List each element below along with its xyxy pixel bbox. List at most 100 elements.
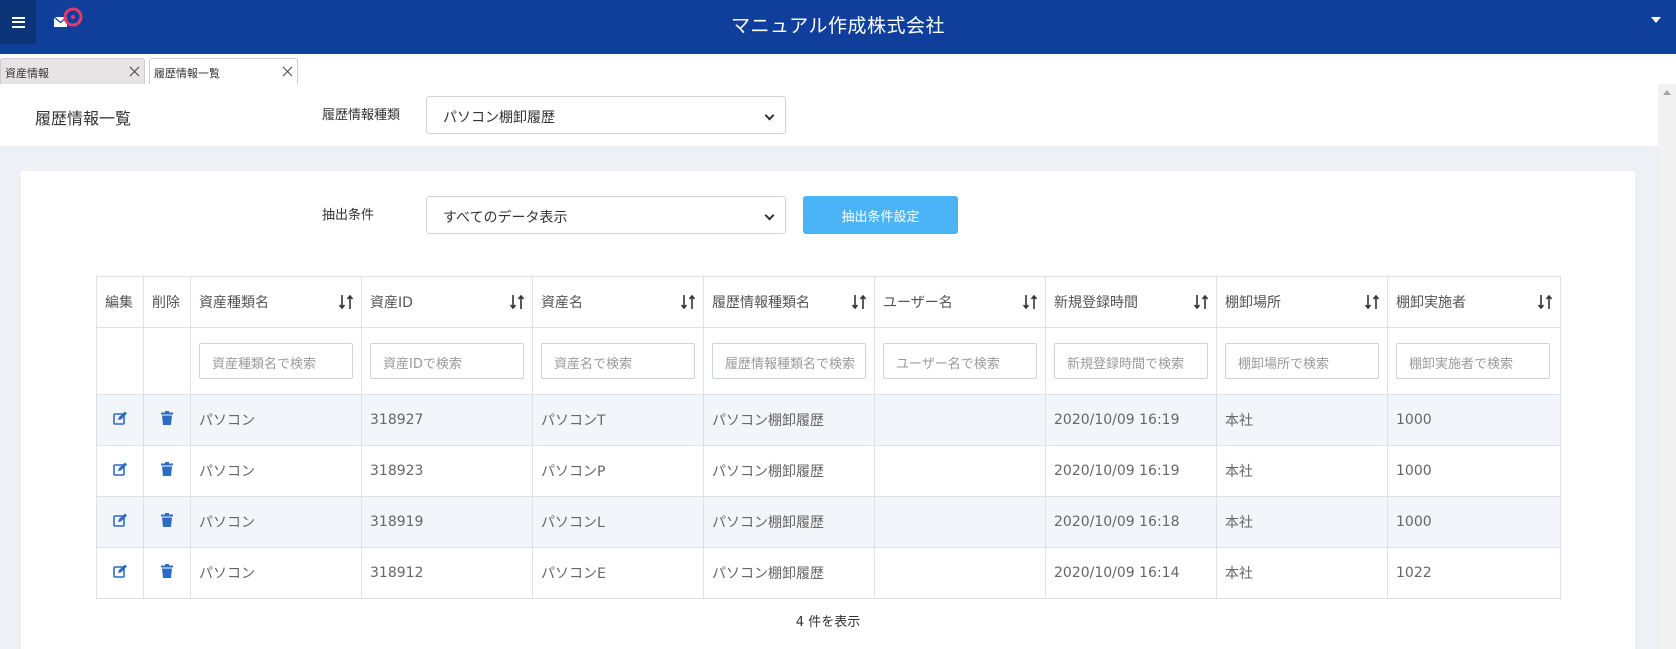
- table-row: パソコン 318919 パソコンL パソコン棚卸履歴 2020/10/09 16…: [96, 496, 1561, 548]
- history-type-select[interactable]: パソコン棚卸履歴: [426, 96, 786, 134]
- filter-label: 抽出条件: [322, 208, 375, 223]
- trash-icon[interactable]: [161, 564, 173, 578]
- cell-asset-type: パソコン: [190, 445, 362, 497]
- cell-inspector: 1000: [1387, 394, 1561, 446]
- cell-user-name: [874, 547, 1046, 599]
- cell-asset-id: 318912: [361, 547, 533, 599]
- cell-asset-name: パソコンP: [532, 445, 704, 497]
- cell-location: 本社: [1216, 547, 1388, 599]
- column-label: 履歴情報種類名: [712, 295, 810, 311]
- filter-value: すべてのデータ表示: [443, 210, 568, 226]
- cell-history-type: パソコン棚卸履歴: [703, 394, 875, 446]
- record-count: 4 件を表示: [795, 615, 861, 630]
- edit-icon[interactable]: [112, 513, 128, 527]
- search-input-asset-type[interactable]: 資産種類名で検索: [199, 343, 353, 379]
- cell-asset-type: パソコン: [190, 496, 362, 548]
- sort-icon[interactable]: [510, 294, 524, 310]
- sort-icon[interactable]: [852, 294, 866, 310]
- search-input-location[interactable]: 棚卸場所で検索: [1225, 343, 1379, 379]
- cell-location: 本社: [1216, 394, 1388, 446]
- search-input-user-name[interactable]: ユーザー名で検索: [883, 343, 1037, 379]
- column-label: 新規登録時間: [1054, 295, 1138, 311]
- search-input-history-type[interactable]: 履歴情報種類名で検索: [712, 343, 866, 379]
- sort-icon[interactable]: [681, 294, 695, 310]
- close-icon[interactable]: [282, 66, 293, 77]
- close-icon[interactable]: [129, 66, 140, 77]
- chevron-down-icon: [764, 110, 775, 121]
- trash-icon[interactable]: [161, 513, 173, 527]
- page-title: 履歴情報一覧: [35, 109, 132, 128]
- cell-location: 本社: [1216, 496, 1388, 548]
- sort-icon[interactable]: [339, 294, 353, 310]
- cell-asset-id: 318919: [361, 496, 533, 548]
- tab-history-list[interactable]: 履歴情報一覧: [149, 58, 298, 84]
- cell-asset-name: パソコンT: [532, 394, 704, 446]
- column-header-asset-id[interactable]: 資産ID: [361, 276, 533, 328]
- sort-icon[interactable]: [1538, 294, 1552, 310]
- search-input-asset-name[interactable]: 資産名で検索: [541, 343, 695, 379]
- tab-label: 履歴情報一覧: [154, 67, 220, 80]
- sort-icon[interactable]: [1365, 294, 1379, 310]
- search-input-inspector[interactable]: 棚卸実施者で検索: [1396, 343, 1550, 379]
- cell-registered-time: 2020/10/09 16:14: [1045, 547, 1217, 599]
- edit-icon[interactable]: [112, 564, 128, 578]
- filter-settings-button[interactable]: 抽出条件設定: [803, 196, 958, 234]
- column-header-edit: 編集: [96, 276, 144, 328]
- vertical-scrollbar[interactable]: [1658, 84, 1676, 649]
- cell-registered-time: 2020/10/09 16:18: [1045, 496, 1217, 548]
- chevron-down-icon: [764, 210, 775, 221]
- cell-history-type: パソコン棚卸履歴: [703, 547, 875, 599]
- trash-icon[interactable]: [161, 462, 173, 476]
- tab-label: 資産情報: [5, 67, 49, 80]
- column-label: ユーザー名: [883, 295, 953, 311]
- column-header-asset-name[interactable]: 資産名: [532, 276, 704, 328]
- table-row: パソコン 318927 パソコンT パソコン棚卸履歴 2020/10/09 16…: [96, 394, 1561, 446]
- edit-icon[interactable]: [112, 462, 128, 476]
- column-header-registered-time[interactable]: 新規登録時間: [1045, 276, 1217, 328]
- history-type-value: パソコン棚卸履歴: [443, 110, 555, 126]
- cell-registered-time: 2020/10/09 16:19: [1045, 445, 1217, 497]
- column-label: 資産名: [541, 295, 583, 311]
- column-header-inspector[interactable]: 棚卸実施者: [1387, 276, 1561, 328]
- cell-asset-type: パソコン: [190, 547, 362, 599]
- filter-select[interactable]: すべてのデータ表示: [426, 196, 786, 234]
- search-input-asset-id[interactable]: 資産IDで検索: [370, 343, 524, 379]
- content-card: 抽出条件 すべてのデータ表示 抽出条件設定 編集 削除 資産種類名 資産ID 資…: [21, 171, 1635, 649]
- cell-inspector: 1022: [1387, 547, 1561, 599]
- top-bar: マニュアル作成株式会社: [0, 0, 1676, 54]
- table-header-row: 編集 削除 資産種類名 資産ID 資産名 履歴情報種類名 ユーザー名 新規登録時…: [96, 276, 1561, 328]
- user-menu-caret-icon[interactable]: [1651, 17, 1661, 23]
- sort-icon[interactable]: [1023, 294, 1037, 310]
- edit-icon[interactable]: [112, 411, 128, 425]
- column-label: 棚卸場所: [1225, 295, 1281, 311]
- cell-history-type: パソコン棚卸履歴: [703, 445, 875, 497]
- cell-asset-name: パソコンE: [532, 547, 704, 599]
- cell-user-name: [874, 394, 1046, 446]
- cell-inspector: 1000: [1387, 496, 1561, 548]
- search-row: 資産種類名で検索 資産IDで検索 資産名で検索 履歴情報種類名で検索 ユーザー名…: [96, 327, 1561, 395]
- scroll-up-arrow-icon[interactable]: [1663, 90, 1671, 95]
- search-input-registered-time[interactable]: 新規登録時間で検索: [1054, 343, 1208, 379]
- cell-location: 本社: [1216, 445, 1388, 497]
- history-table: 編集 削除 資産種類名 資産ID 資産名 履歴情報種類名 ユーザー名 新規登録時…: [96, 276, 1561, 599]
- sort-icon[interactable]: [1194, 294, 1208, 310]
- cell-asset-type: パソコン: [190, 394, 362, 446]
- tab-asset-info[interactable]: 資産情報: [0, 58, 145, 84]
- cell-asset-name: パソコンL: [532, 496, 704, 548]
- tab-bar: 資産情報 履歴情報一覧: [0, 54, 1676, 84]
- cell-inspector: 1000: [1387, 445, 1561, 497]
- trash-icon[interactable]: [161, 411, 173, 425]
- column-header-location[interactable]: 棚卸場所: [1216, 276, 1388, 328]
- column-header-asset-type[interactable]: 資産種類名: [190, 276, 362, 328]
- column-label: 資産種類名: [199, 295, 269, 311]
- table-row: パソコン 318912 パソコンE パソコン棚卸履歴 2020/10/09 16…: [96, 547, 1561, 599]
- cell-asset-id: 318923: [361, 445, 533, 497]
- column-header-history-type[interactable]: 履歴情報種類名: [703, 276, 875, 328]
- cell-asset-id: 318927: [361, 394, 533, 446]
- column-header-user-name[interactable]: ユーザー名: [874, 276, 1046, 328]
- cell-user-name: [874, 496, 1046, 548]
- column-label: 棚卸実施者: [1396, 295, 1466, 311]
- cell-history-type: パソコン棚卸履歴: [703, 496, 875, 548]
- cell-registered-time: 2020/10/09 16:19: [1045, 394, 1217, 446]
- column-header-delete: 削除: [143, 276, 191, 328]
